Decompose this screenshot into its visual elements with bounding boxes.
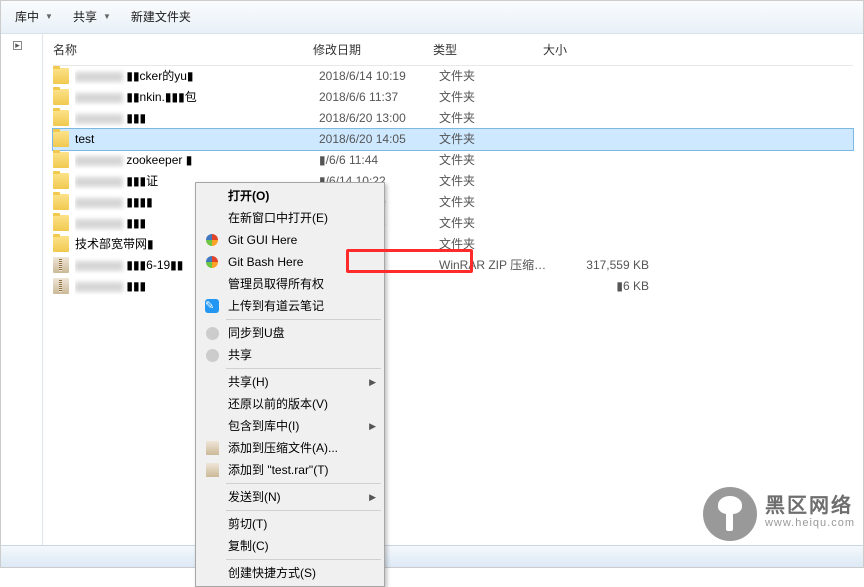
folder-icon <box>53 194 69 210</box>
submenu-arrow-icon: ▶ <box>369 491 376 504</box>
status-bar <box>1 545 863 567</box>
menu-cut[interactable]: 剪切(T) <box>198 513 382 535</box>
nav-tree: ▸ <box>1 34 43 545</box>
header-size[interactable]: 大小 <box>543 42 643 59</box>
file-type: 文件夹 <box>439 215 549 232</box>
file-date: 2018/6/6 11:37 <box>319 89 439 106</box>
menu-create-shortcut[interactable]: 创建快捷方式(S) <box>198 562 382 584</box>
file-date: 2018/6/20 13:00 <box>319 110 439 127</box>
separator <box>226 559 381 560</box>
file-date: ▮/6/6 11:44 <box>319 152 439 169</box>
watermark-url: www.heiqu.com <box>765 516 855 531</box>
archive-icon <box>204 440 220 456</box>
table-row[interactable]: ▮▮▮▮/6/14 10:35文件夹 <box>53 213 853 234</box>
submenu-arrow-icon: ▶ <box>369 376 376 389</box>
submenu-arrow-icon: ▶ <box>369 420 376 433</box>
archive-icon <box>53 257 69 273</box>
header-type[interactable]: 类型 <box>433 42 543 59</box>
file-list: 名称 修改日期 类型 大小 ▮▮cker的yu▮2018/6/14 10:19文… <box>43 34 863 545</box>
share-icon <box>204 347 220 363</box>
table-row[interactable]: ▮▮▮证▮/6/14 10:22文件夹 <box>53 171 853 192</box>
file-type: 文件夹 <box>439 194 549 211</box>
menu-git-bash[interactable]: Git Bash Here <box>198 251 382 273</box>
file-date: 2018/6/14 10:19 <box>319 68 439 85</box>
folder-icon <box>53 89 69 105</box>
table-row[interactable]: test2018/6/20 14:05文件夹 <box>53 129 853 150</box>
table-row[interactable]: ▮▮cker的yu▮2018/6/14 10:19文件夹 <box>53 66 853 87</box>
file-name: zookeeper ▮ <box>75 152 319 169</box>
table-row[interactable]: ▮▮nkin.▮▮▮包2018/6/6 11:37文件夹 <box>53 87 853 108</box>
new-folder-button[interactable]: 新建文件夹 <box>123 6 199 29</box>
folder-icon <box>53 215 69 231</box>
header-name[interactable]: 名称 <box>53 42 313 59</box>
menu-open-new-window[interactable]: 在新窗口中打开(E) <box>198 207 382 229</box>
file-type: 文件夹 <box>439 89 549 106</box>
folder-icon <box>53 68 69 84</box>
menu-git-gui[interactable]: Git GUI Here <box>198 229 382 251</box>
table-row[interactable]: ▮▮▮2018/6/20 13:00文件夹 <box>53 108 853 129</box>
file-size: 317,559 KB <box>549 257 649 274</box>
git-icon <box>204 232 220 248</box>
menu-send-to[interactable]: 发送到(N)▶ <box>198 486 382 508</box>
file-type: 文件夹 <box>439 152 549 169</box>
menu-upload-youdao[interactable]: ✎上传到有道云笔记 <box>198 295 382 317</box>
file-type: 文件夹 <box>439 236 549 253</box>
file-type: 文件夹 <box>439 131 549 148</box>
folder-icon <box>53 131 69 147</box>
file-type: 文件夹 <box>439 110 549 127</box>
watermark-title: 黑区网络 <box>765 496 855 516</box>
menu-share-with[interactable]: 共享(H)▶ <box>198 371 382 393</box>
chevron-down-icon: ▼ <box>45 11 53 22</box>
separator <box>226 483 381 484</box>
menu-add-archive[interactable]: 添加到压缩文件(A)... <box>198 437 382 459</box>
tree-expand-icon[interactable]: ▸ <box>13 41 22 50</box>
menu-copy[interactable]: 复制(C) <box>198 535 382 557</box>
menu-restore-versions[interactable]: 还原以前的版本(V) <box>198 393 382 415</box>
file-name: ▮▮▮ <box>75 110 319 127</box>
table-row[interactable]: ▮▮▮▮▮6 KB <box>53 276 853 297</box>
toolbar: 库中▼ 共享▼ 新建文件夹 <box>1 1 863 34</box>
file-type: 文件夹 <box>439 68 549 85</box>
content-area: ▸ 名称 修改日期 类型 大小 ▮▮cker的yu▮2018/6/14 10:1… <box>1 34 863 545</box>
separator <box>226 368 381 369</box>
context-menu: 打开(O) 在新窗口中打开(E) Git GUI Here Git Bash H… <box>195 182 385 587</box>
folder-icon <box>53 236 69 252</box>
table-row[interactable]: zookeeper ▮▮/6/6 11:44文件夹 <box>53 150 853 171</box>
menu-open[interactable]: 打开(O) <box>198 185 382 207</box>
sync-icon <box>204 325 220 341</box>
archive-icon <box>204 462 220 478</box>
chevron-down-icon: ▼ <box>103 11 111 22</box>
file-type: 文件夹 <box>439 173 549 190</box>
file-name: ▮▮cker的yu▮ <box>75 68 319 85</box>
menu-include-library[interactable]: 包含到库中(I)▶ <box>198 415 382 437</box>
folder-icon <box>53 173 69 189</box>
menu-sync-udisk[interactable]: 同步到U盘 <box>198 322 382 344</box>
archive-icon <box>53 278 69 294</box>
file-date: 2018/6/20 14:05 <box>319 131 439 148</box>
menu-share-app[interactable]: 共享 <box>198 344 382 366</box>
file-size: ▮6 KB <box>549 278 649 295</box>
menu-add-test-rar[interactable]: 添加到 "test.rar"(T) <box>198 459 382 481</box>
separator <box>226 319 381 320</box>
table-row[interactable]: 技术部宽带网▮▮/6/19 8:39文件夹 <box>53 234 853 255</box>
separator <box>226 510 381 511</box>
git-icon <box>204 254 220 270</box>
file-name: ▮▮nkin.▮▮▮包 <box>75 89 319 106</box>
include-in-library[interactable]: 库中▼ <box>7 6 61 29</box>
file-name: test <box>75 131 319 148</box>
header-date[interactable]: 修改日期 <box>313 42 433 59</box>
file-type: WinRAR ZIP 压缩… <box>439 257 549 274</box>
share-with[interactable]: 共享▼ <box>65 6 119 29</box>
menu-admin-own[interactable]: 管理员取得所有权 <box>198 273 382 295</box>
watermark-logo-icon <box>703 487 757 541</box>
watermark: 黑区网络 www.heiqu.com <box>703 487 855 541</box>
cloud-icon: ✎ <box>204 298 220 314</box>
table-row[interactable]: ▮▮▮6-19▮▮▮/▮0 16:33WinRAR ZIP 压缩…317,559… <box>53 255 853 276</box>
column-headers: 名称 修改日期 类型 大小 <box>53 40 853 66</box>
folder-icon <box>53 152 69 168</box>
folder-icon <box>53 110 69 126</box>
table-row[interactable]: ▮▮▮▮▮/6/15 17:10文件夹 <box>53 192 853 213</box>
